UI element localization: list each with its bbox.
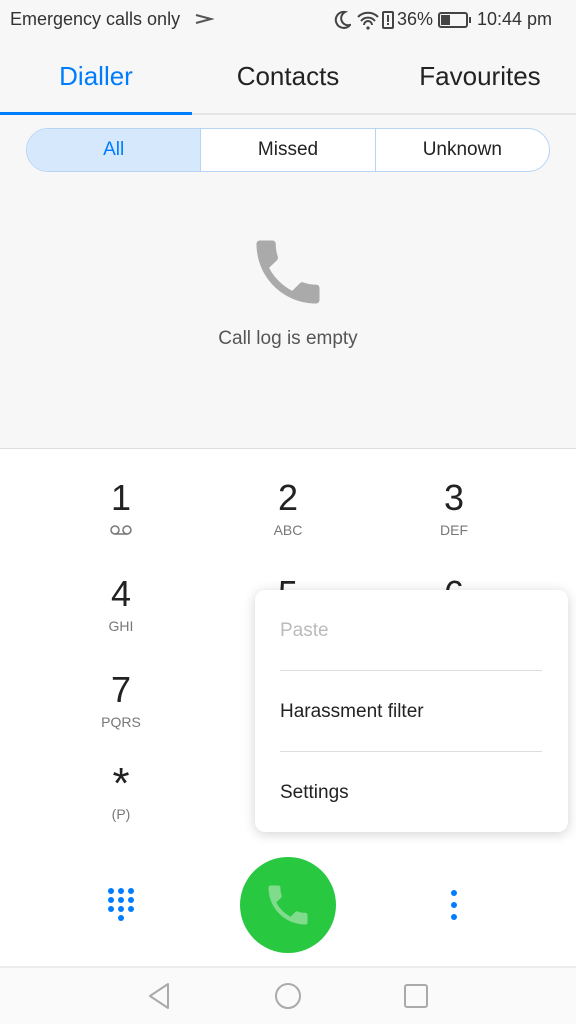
key-7[interactable]: 7 PQRS (61, 669, 181, 731)
dialpad-toggle-icon[interactable] (105, 886, 137, 926)
back-icon[interactable] (146, 982, 172, 1010)
battery-percent: 36% (397, 9, 434, 29)
menu-paste[interactable]: Paste (280, 590, 542, 671)
tab-bar: Dialler Contacts Favourites (0, 40, 576, 115)
key-digit: 3 (443, 477, 465, 518)
navigation-bar (0, 966, 576, 1024)
phone-icon (256, 240, 320, 304)
recents-icon[interactable] (403, 983, 429, 1009)
key-letters: (P) (111, 806, 131, 822)
status-bar: Emergency calls only 36% 10:44 pm (0, 0, 576, 40)
wifi-icon (357, 11, 379, 30)
tab-dialler[interactable]: Dialler (0, 40, 192, 113)
overflow-menu: Paste Harassment filter Settings (255, 590, 568, 832)
phone-icon (268, 885, 308, 925)
key-4[interactable]: 4 GHI (61, 573, 181, 635)
key-digit: 4 (110, 573, 132, 614)
menu-harassment-filter[interactable]: Harassment filter (280, 671, 542, 752)
moon-icon (334, 10, 351, 29)
key-2[interactable]: 2 ABC (228, 477, 348, 539)
key-1[interactable]: 1 (61, 478, 181, 541)
key-digit: 2 (277, 477, 299, 518)
home-icon[interactable] (274, 982, 302, 1010)
more-options-icon[interactable] (446, 888, 462, 924)
key-star[interactable]: * (P) (61, 759, 181, 823)
tab-favourites[interactable]: Favourites (384, 40, 576, 113)
key-digit: 7 (110, 669, 132, 710)
tab-contacts[interactable]: Contacts (192, 40, 384, 113)
menu-settings[interactable]: Settings (280, 752, 542, 833)
battery-alert-icon (382, 11, 394, 29)
filter-segmented-control: All Missed Unknown (26, 128, 550, 172)
key-3[interactable]: 3 DEF (394, 477, 514, 539)
key-letters: ABC (273, 522, 303, 538)
key-letters: PQRS (101, 714, 141, 730)
key-letters: DEF (440, 522, 468, 538)
empty-log-text: Call log is empty (218, 328, 358, 349)
clock: 10:44 pm (477, 9, 553, 29)
swype-icon (195, 14, 214, 24)
filter-all[interactable]: All (27, 129, 201, 171)
carrier-text: Emergency calls only (10, 9, 181, 29)
filter-missed[interactable]: Missed (200, 129, 374, 171)
voicemail-icon (110, 525, 132, 535)
filter-unknown[interactable]: Unknown (374, 129, 549, 171)
key-letters: GHI (108, 618, 134, 634)
key-digit: * (112, 759, 130, 808)
call-button[interactable] (240, 857, 336, 953)
call-log: All Missed Unknown Call log is empty (0, 115, 576, 449)
key-digit: 1 (110, 477, 132, 518)
battery-icon (438, 12, 471, 28)
